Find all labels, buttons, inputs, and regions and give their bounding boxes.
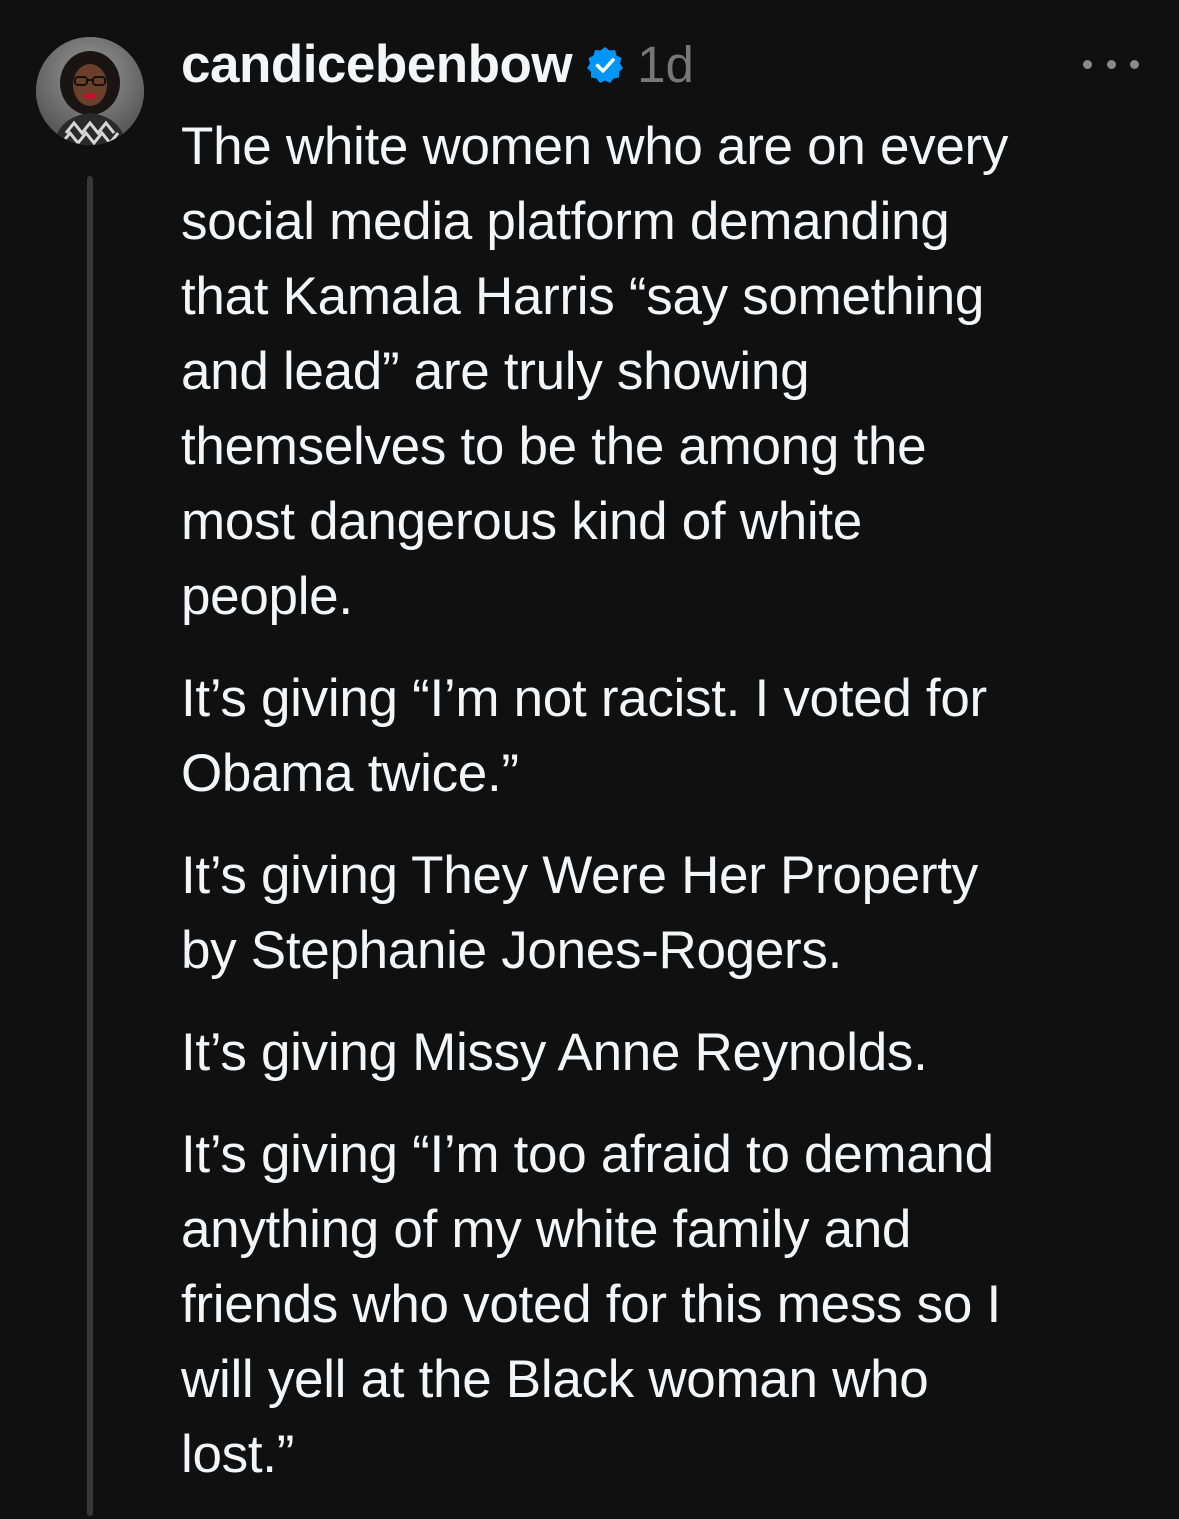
post-timestamp: 1d [637, 36, 694, 93]
post-paragraph: The white women who are on every social … [181, 117, 1009, 626]
username[interactable]: candicebenbow [181, 30, 573, 100]
more-options-button[interactable] [1083, 50, 1139, 78]
avatar-image [36, 37, 144, 145]
post-paragraph: It’s giving They Were Her Property by St… [181, 846, 978, 980]
post-body: The white women who are on every social … [181, 109, 1141, 1519]
profile-avatar[interactable] [36, 37, 144, 145]
verified-badge-icon [585, 45, 625, 85]
more-dot [1106, 59, 1116, 69]
more-dot [1083, 59, 1092, 69]
post-paragraph: It’s giving Missy Anne Reynolds. [181, 1023, 928, 1082]
post-paragraph: It’s giving “I’m not racist. I voted for… [181, 669, 987, 803]
post-paragraph: It’s giving “I’m too afraid to demand an… [181, 1125, 1001, 1484]
post-header: candicebenbow 1d [181, 30, 694, 100]
thread-post: candicebenbow 1d The white women who are… [0, 0, 1179, 1516]
more-dot [1130, 59, 1139, 69]
thread-connector-line [87, 176, 93, 1516]
